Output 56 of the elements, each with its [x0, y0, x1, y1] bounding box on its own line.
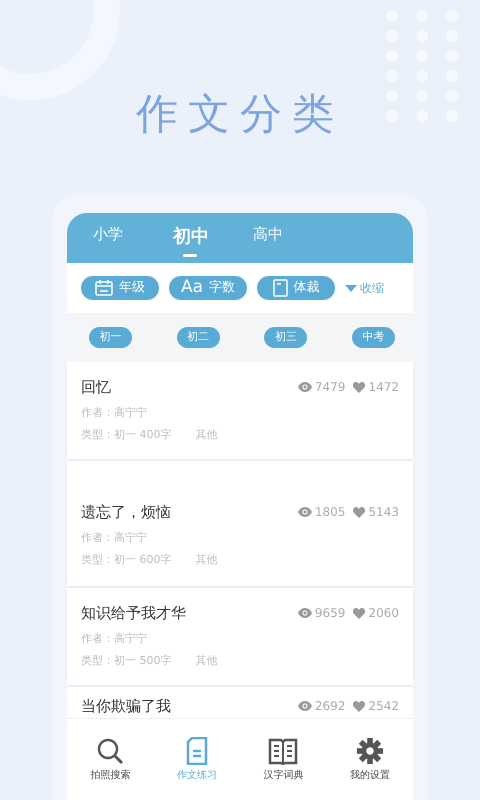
tab[interactable]: 初中	[163, 213, 243, 263]
nav-item[interactable]: 汉字词典	[263, 736, 304, 782]
genre-text: 其他	[196, 653, 218, 669]
collapse-button[interactable]: 收缩	[345, 279, 384, 297]
essay-title: 遗忘了，烦恼	[81, 502, 171, 523]
type-text: 类型：初一 600字	[81, 552, 172, 568]
type-text: 类型：初一 400字	[81, 427, 172, 443]
document-icon	[272, 279, 288, 297]
page-title: 作文分类	[136, 88, 344, 140]
book-icon	[268, 736, 298, 764]
document-icon	[186, 736, 208, 764]
heart-icon	[353, 382, 366, 393]
genre-text: 其他	[196, 427, 218, 443]
tab[interactable]: 小学	[83, 213, 163, 263]
essay-card[interactable]: 遗忘了，烦恼 1805 5143 作者：高宁宁 类型：初一 600字 其他	[67, 461, 413, 586]
calendar-icon	[95, 280, 113, 296]
caret-icon	[345, 284, 357, 292]
grade-chip[interactable]: 初一	[89, 327, 132, 348]
view-count: 1805	[314, 504, 346, 522]
eye-icon	[298, 382, 312, 392]
gear-icon	[356, 736, 384, 764]
nav-item[interactable]: 拍照搜索	[90, 736, 130, 782]
search-icon	[96, 736, 124, 764]
essay-card[interactable]: 知识给予我才华 9659 2060 作者：高宁宁 类型：初一 500字 其他	[67, 588, 413, 685]
like-count: 1472	[368, 379, 399, 396]
eye-icon	[298, 507, 312, 518]
like-count: 2542	[368, 698, 399, 716]
author-text: 作者：高宁宁	[81, 530, 148, 546]
essay-title: 当你欺骗了我	[81, 696, 171, 717]
essay-card[interactable]: 回忆 7479 1472 作者：高宁宁 类型：初一 400字 其他	[67, 362, 413, 459]
genre-text: 其他	[196, 552, 218, 568]
heart-icon	[353, 608, 366, 619]
view-count: 2692	[314, 698, 346, 716]
essay-card[interactable]: 当你欺骗了我 2692 2542	[67, 687, 413, 718]
filter-button[interactable]: Aa 字数	[169, 276, 247, 300]
grade-chip[interactable]: 初二	[176, 327, 220, 348]
heart-icon	[353, 506, 366, 518]
like-count: 5143	[368, 504, 399, 522]
eye-icon	[298, 608, 312, 618]
grade-chip[interactable]: 初三	[264, 327, 308, 348]
author-text: 作者：高宁宁	[81, 404, 148, 420]
filter-button[interactable]: 年级	[81, 276, 159, 300]
grade-chip[interactable]: 中考	[352, 327, 395, 348]
nav-item[interactable]: 作文练习	[176, 736, 217, 782]
filter-button[interactable]: 体裁	[257, 276, 335, 300]
heart-icon	[353, 700, 366, 712]
type-text: 类型：初一 500字	[81, 653, 172, 669]
view-count: 9659	[314, 605, 346, 622]
eye-icon	[298, 701, 312, 712]
author-text: 作者：高宁宁	[81, 630, 148, 646]
view-count: 7479	[314, 379, 346, 396]
nav-item[interactable]: 我的设置	[350, 736, 390, 782]
essay-title: 知识给予我才华	[81, 603, 186, 624]
like-count: 2060	[368, 605, 399, 622]
essay-title: 回忆	[81, 377, 111, 398]
tab[interactable]: 高中	[243, 213, 323, 263]
